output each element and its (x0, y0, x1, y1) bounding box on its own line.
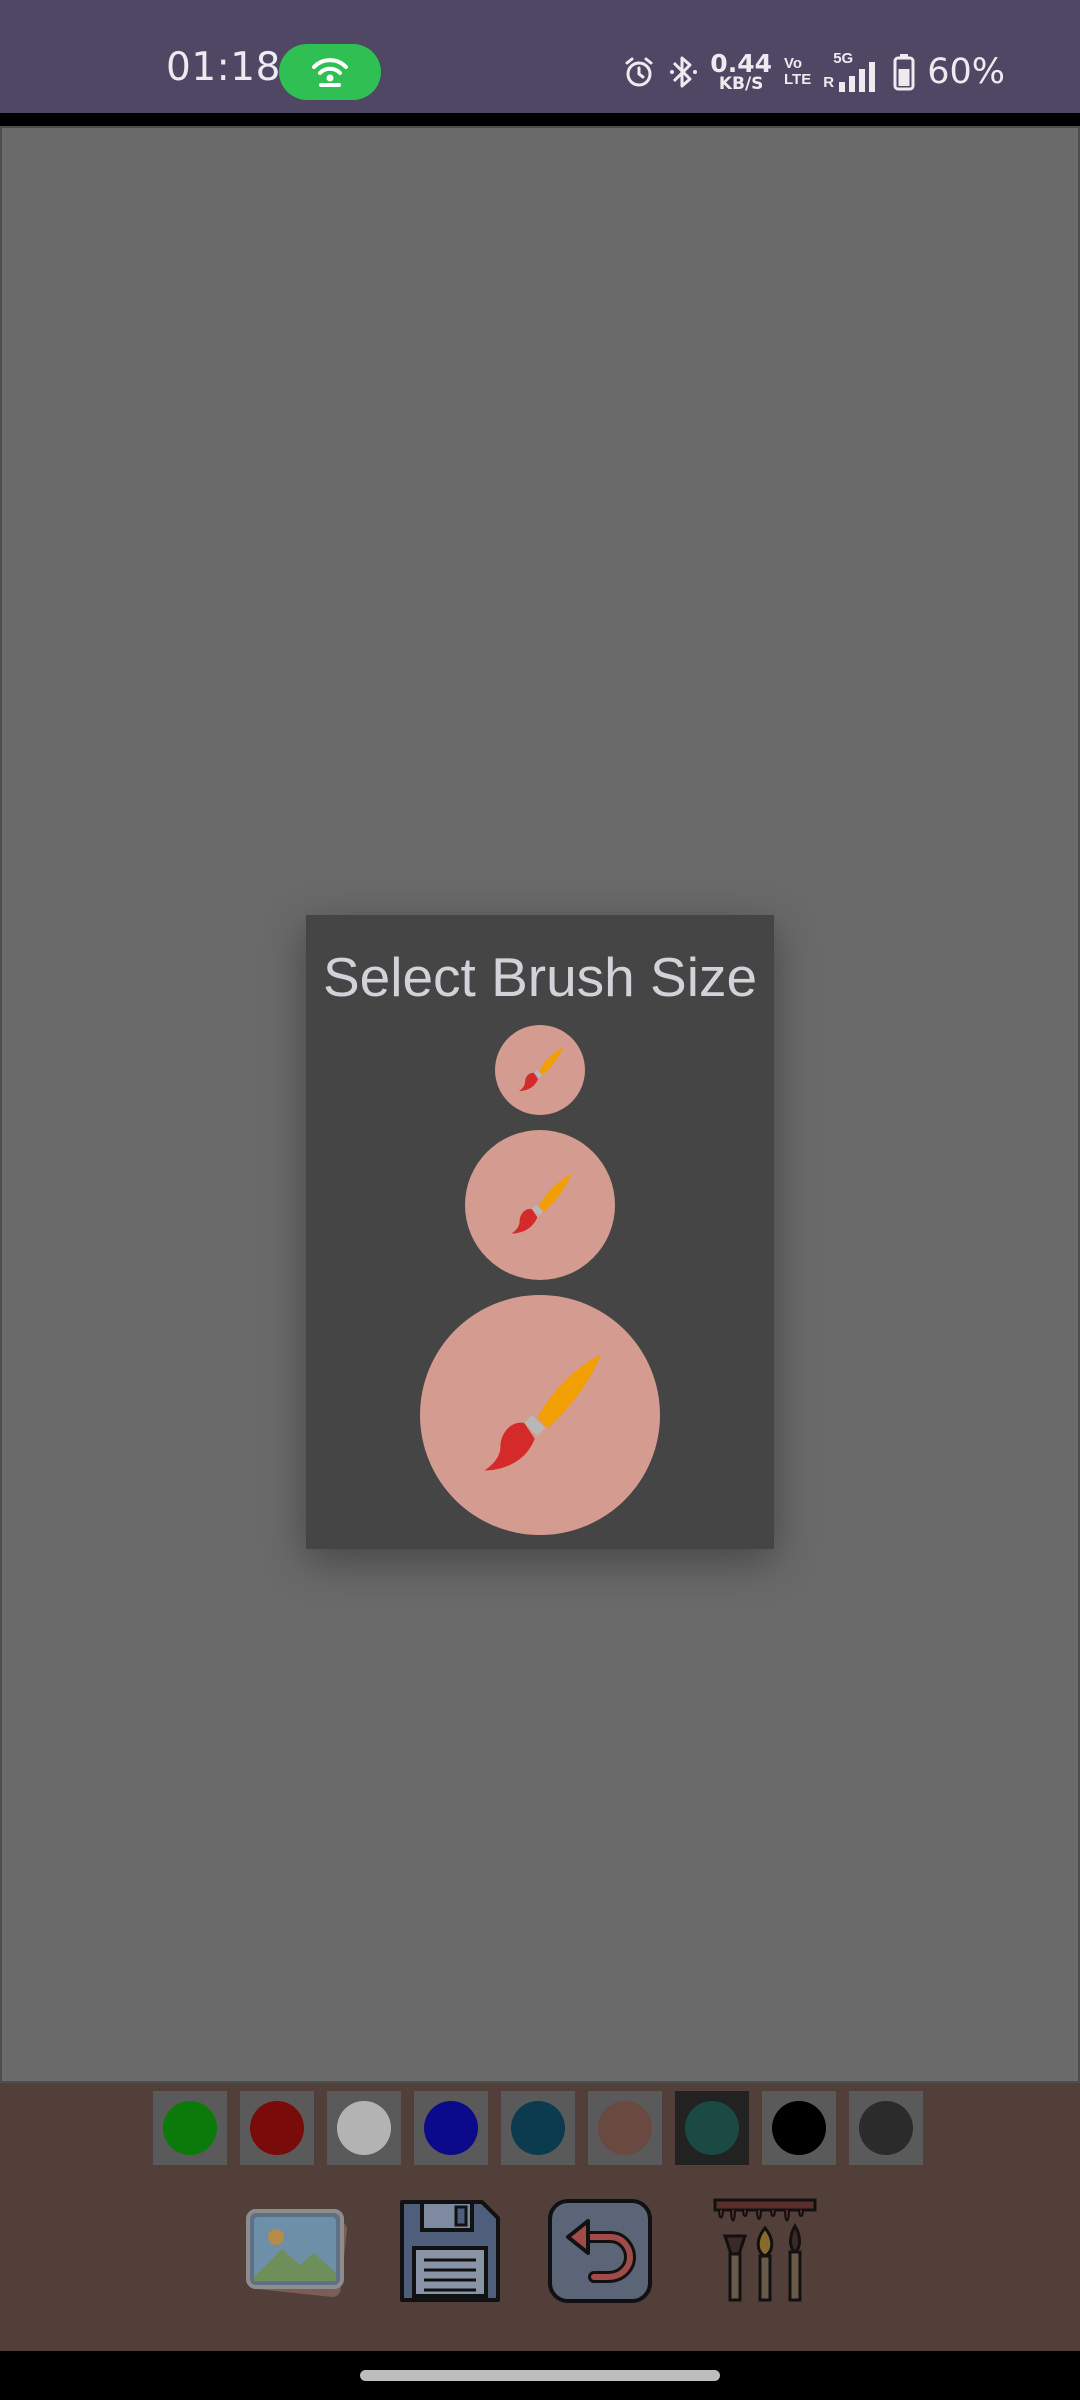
color-swatch-button[interactable] (240, 2091, 314, 2165)
color-swatch-button[interactable] (327, 2091, 401, 2165)
color-swatch-button[interactable] (762, 2091, 836, 2165)
volte-indicator: Vo LTE (784, 56, 811, 88)
color-swatch (424, 2101, 478, 2155)
brush-size-dialog: Select Brush Size (306, 915, 774, 1549)
undo-button[interactable] (540, 2191, 660, 2311)
volte-bottom: LTE (783, 71, 812, 88)
color-swatch-button[interactable] (501, 2091, 575, 2165)
hotspot-icon (312, 58, 348, 87)
bluetooth-icon (670, 56, 698, 88)
home-gesture-handle[interactable] (360, 2370, 720, 2381)
color-swatch (250, 2101, 304, 2155)
color-swatch (859, 2101, 913, 2155)
color-swatch (598, 2101, 652, 2155)
sim-label: R (823, 74, 835, 91)
brush-size-medium-button[interactable] (465, 1130, 615, 1280)
hotspot-indicator[interactable] (279, 44, 381, 100)
battery-icon (893, 54, 915, 91)
paintbrush-icon (511, 1173, 572, 1234)
color-swatch (772, 2101, 826, 2155)
color-swatch (337, 2101, 391, 2155)
navigation-bar (0, 2351, 1080, 2400)
paintbrush-icon (519, 1047, 563, 1091)
signal-icon (839, 62, 876, 92)
color-swatch (163, 2101, 217, 2155)
color-swatch-button[interactable] (414, 2091, 488, 2165)
color-swatch-button[interactable] (675, 2091, 749, 2165)
battery-percent: 60% (927, 52, 1005, 92)
status-bar: 01:18 0.44 KB/S Vo LTE 5G R 60% (0, 0, 1080, 113)
header-divider (0, 113, 1080, 126)
network-speed: 0.44 KB/S (710, 51, 772, 93)
undo-icon (548, 2199, 652, 2303)
status-time: 01:18 (166, 45, 281, 90)
color-palette (153, 2091, 923, 2165)
color-swatch-button[interactable] (153, 2091, 227, 2165)
color-swatch-button[interactable] (849, 2091, 923, 2165)
gallery-button[interactable] (236, 2191, 356, 2311)
volte-top: Vo (783, 55, 803, 73)
bottom-toolbar (0, 2083, 1080, 2351)
save-button[interactable] (390, 2191, 510, 2311)
color-swatch (685, 2101, 739, 2155)
color-swatch (511, 2101, 565, 2155)
network-speed-unit: KB/S (718, 74, 764, 94)
gallery-icon (246, 2209, 347, 2297)
network-speed-value: 0.44 (710, 49, 772, 78)
brush-size-large-button[interactable] (420, 1295, 660, 1535)
alarm-icon (625, 57, 653, 87)
cell-signal: 5G R (823, 50, 881, 92)
save-disk-icon (400, 2200, 500, 2302)
brush-size-small-button[interactable] (495, 1025, 585, 1115)
status-icons: 0.44 KB/S Vo LTE 5G R 60% (622, 48, 1005, 96)
brush-set-icon (713, 2198, 817, 2302)
paintbrush-icon (484, 1354, 601, 1471)
color-swatch-button[interactable] (588, 2091, 662, 2165)
dialog-title: Select Brush Size (322, 946, 758, 1008)
brush-size-button[interactable] (705, 2191, 825, 2311)
